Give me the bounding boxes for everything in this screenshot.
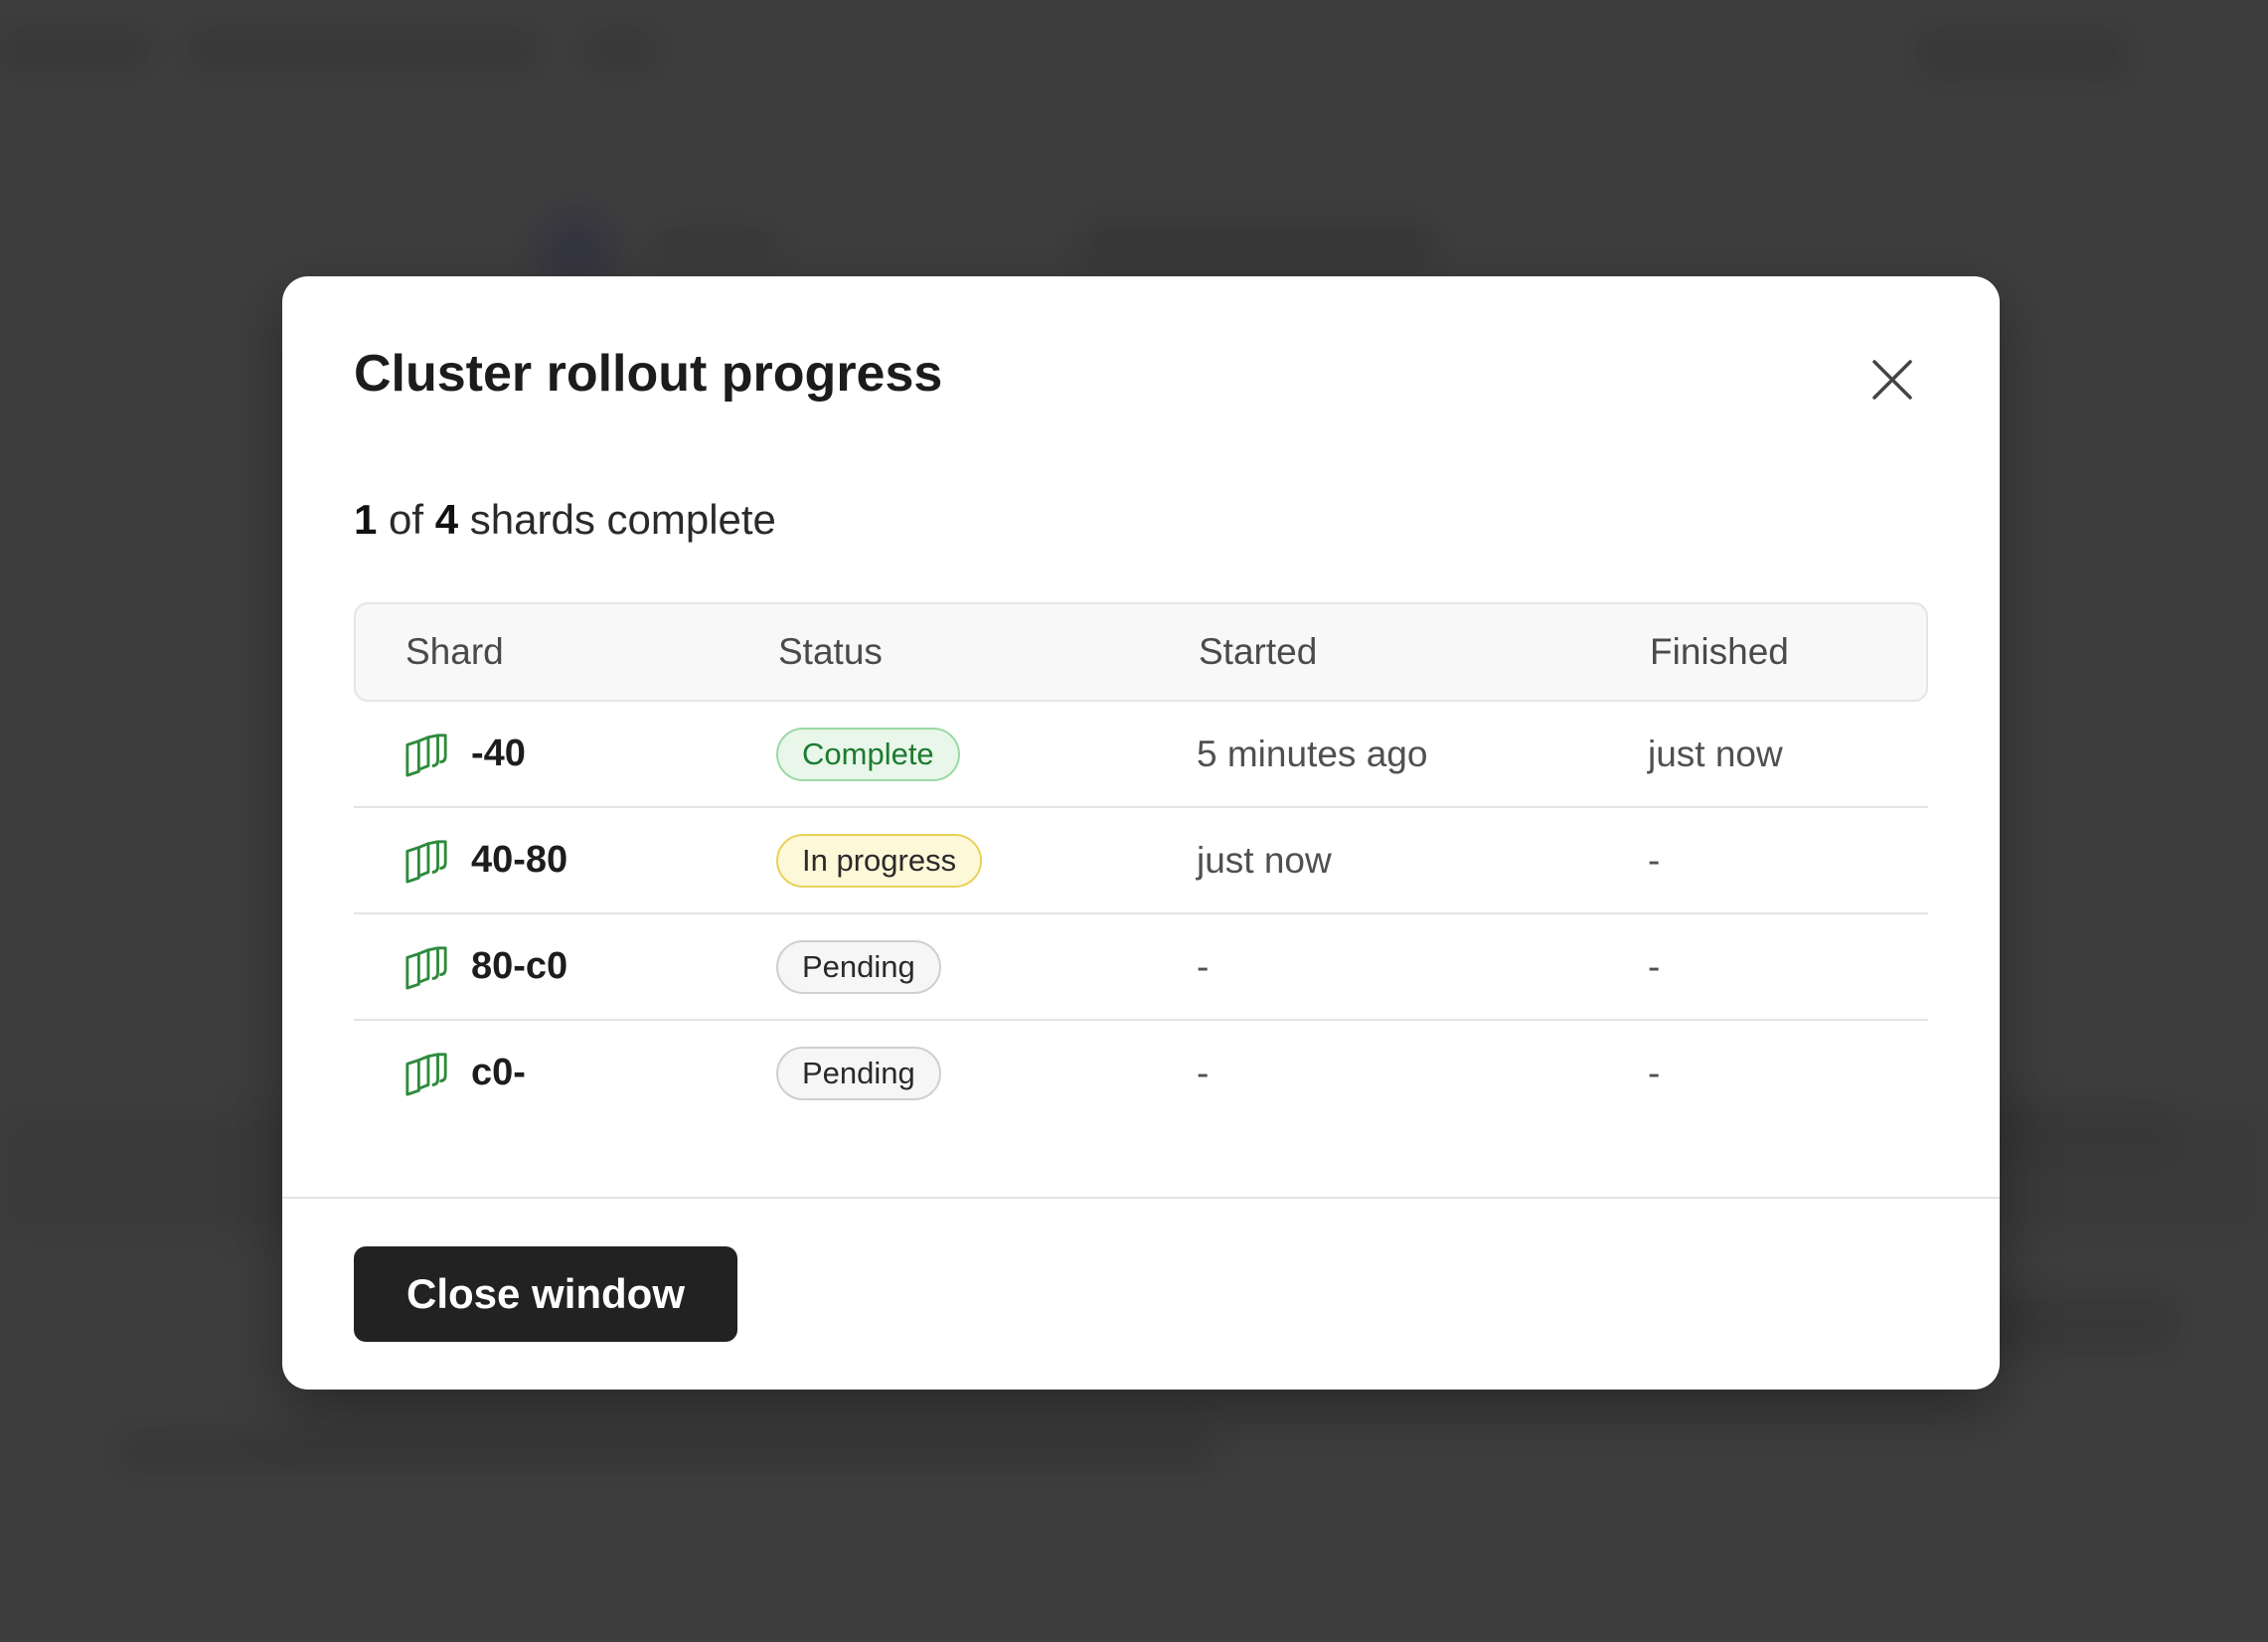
- shard-cell: -40: [404, 702, 526, 806]
- status-badge: Pending: [776, 939, 941, 994]
- column-header-started: Started: [1199, 631, 1318, 672]
- shard-name: c0-: [471, 1052, 526, 1093]
- status-cell: Pending: [776, 914, 941, 1019]
- shards-table: Shard Status Started Finished -40 Comple…: [354, 602, 1928, 1127]
- finished-cell: just now: [1648, 733, 1783, 774]
- shard-cell: 80-c0: [404, 914, 567, 1019]
- modal-title: Cluster rollout progress: [354, 345, 943, 403]
- table-row: 80-c0 Pending - -: [354, 914, 1928, 1021]
- table-row: c0- Pending - -: [354, 1021, 1928, 1127]
- shard-icon: [405, 945, 447, 990]
- shard-name: 40-80: [471, 839, 568, 881]
- column-header-finished: Finished: [1650, 631, 1789, 672]
- status-cell: Complete: [776, 702, 960, 806]
- close-window-button[interactable]: Close window: [354, 1246, 737, 1342]
- finished-cell: -: [1648, 839, 1661, 881]
- close-icon[interactable]: [1868, 356, 1916, 404]
- started-cell: -: [1197, 1052, 1210, 1093]
- shard-name: -40: [471, 733, 526, 774]
- status-cell: In progress: [776, 808, 983, 912]
- started-cell: 5 minutes ago: [1197, 733, 1428, 774]
- completed-count: 1: [354, 496, 378, 543]
- summary-of: of: [389, 496, 424, 543]
- shard-cell: c0-: [404, 1021, 526, 1125]
- summary-suffix: shards complete: [469, 496, 776, 543]
- rollout-progress-modal: Cluster rollout progress 1 of 4 shards c…: [282, 276, 2000, 1390]
- finished-cell: -: [1648, 945, 1661, 987]
- started-cell: just now: [1197, 839, 1332, 881]
- started-cell: -: [1197, 945, 1210, 987]
- shard-icon: [405, 839, 447, 884]
- status-cell: Pending: [776, 1021, 941, 1125]
- shard-name: 80-c0: [471, 945, 568, 987]
- shard-icon: [405, 733, 447, 777]
- column-header-shard: Shard: [405, 631, 504, 672]
- table-row: -40 Complete 5 minutes ago just now: [354, 702, 1928, 808]
- footer-divider: [282, 1197, 2000, 1199]
- table-header: Shard Status Started Finished: [354, 602, 1928, 702]
- status-badge: Complete: [776, 727, 960, 781]
- status-badge: Pending: [776, 1046, 941, 1100]
- table-row: 40-80 In progress just now -: [354, 808, 1928, 914]
- finished-cell: -: [1648, 1052, 1661, 1093]
- total-count: 4: [434, 496, 459, 543]
- shard-icon: [405, 1052, 447, 1096]
- progress-summary: 1 of 4 shards complete: [354, 499, 776, 541]
- shard-cell: 40-80: [404, 808, 567, 912]
- status-badge: In progress: [776, 833, 983, 888]
- column-header-status: Status: [778, 631, 883, 672]
